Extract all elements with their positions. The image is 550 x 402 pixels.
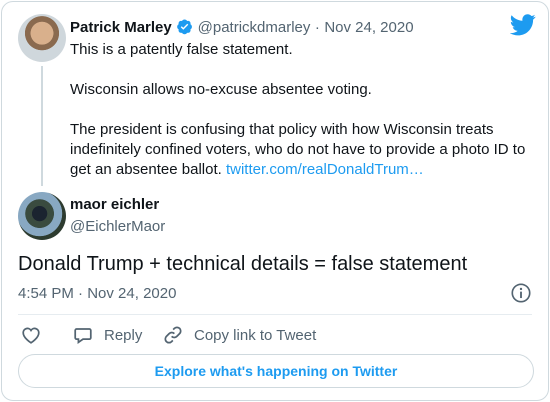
- reply-label: Reply: [104, 326, 143, 344]
- quoted-paragraph: Wisconsin allows no-excuse absentee voti…: [70, 81, 372, 98]
- thread-connector-line: [41, 66, 43, 186]
- reply-date: Nov 24, 2020: [87, 285, 177, 302]
- quoted-paragraph: This is a patently false statement.: [70, 41, 293, 58]
- quoted-author-name[interactable]: Patrick Marley: [70, 19, 172, 36]
- patrick-avatar[interactable]: [18, 14, 66, 62]
- reply-author-handle[interactable]: @EichlerMaor: [70, 218, 165, 235]
- reply-timestamp[interactable]: 4:54 PM · Nov 24, 2020: [18, 285, 176, 302]
- embedded-tweet-card: Patrick Marley @patrickdmarley · Nov 24,…: [1, 1, 549, 401]
- dot-separator: ·: [314, 19, 320, 36]
- copy-link-button[interactable]: Copy link to Tweet: [162, 324, 316, 346]
- quoted-tweet-link[interactable]: twitter.com/realDonaldTrum…: [226, 161, 424, 178]
- info-icon[interactable]: [510, 282, 532, 304]
- heart-icon[interactable]: [20, 324, 42, 346]
- verified-badge-icon: [176, 18, 193, 35]
- maor-avatar[interactable]: [18, 192, 66, 240]
- reply-time: 4:54 PM: [18, 285, 74, 302]
- quoted-tweet-body: This is a patently false statement. Wisc…: [70, 40, 530, 180]
- link-icon: [162, 324, 184, 346]
- reply-tweet-text: Donald Trump + technical details = false…: [18, 253, 468, 275]
- copy-link-label: Copy link to Tweet: [194, 326, 317, 344]
- quoted-paragraph: The president is confusing that policy w…: [70, 120, 530, 180]
- quoted-tweet-date[interactable]: Nov 24, 2020: [324, 19, 413, 36]
- dot-separator: ·: [78, 285, 84, 302]
- reply-button[interactable]: Reply: [72, 324, 142, 346]
- reply-author-name[interactable]: maor eichler: [70, 196, 159, 213]
- twitter-bird-icon[interactable]: [509, 14, 536, 36]
- reply-icon: [72, 324, 94, 346]
- quoted-author-handle[interactable]: @patrickdmarley: [198, 19, 311, 36]
- explore-twitter-button[interactable]: Explore what's happening on Twitter: [18, 354, 534, 388]
- quoted-tweet-header: Patrick Marley @patrickdmarley · Nov 24,…: [70, 18, 414, 37]
- divider: [18, 314, 532, 315]
